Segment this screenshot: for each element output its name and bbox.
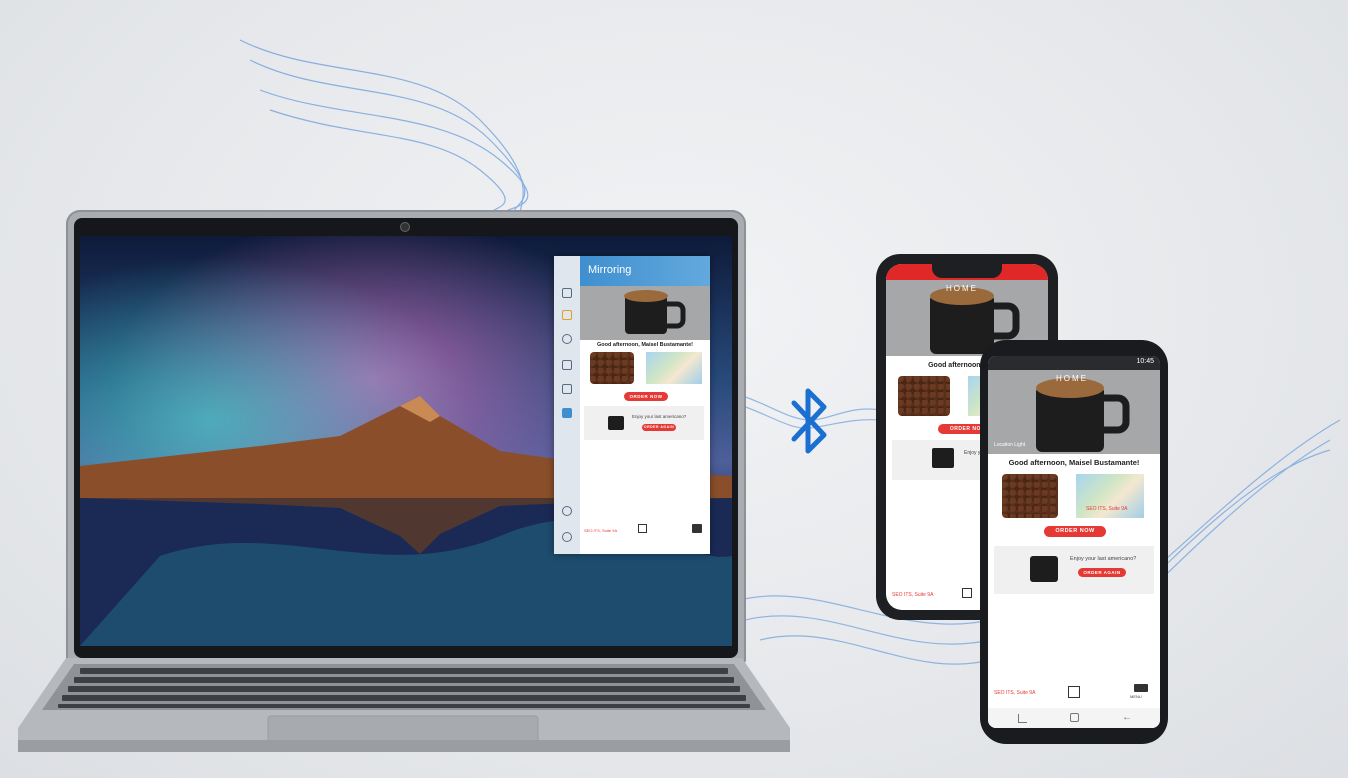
promo-text: Enjoy your last americano? xyxy=(632,414,687,419)
order-again-button[interactable]: ORDER AGAIN xyxy=(642,424,676,431)
laptop-bezel: Mirroring Good afternoon, Maisel Bustama… xyxy=(74,218,738,658)
map-image: SEO ITS, Suite 9A xyxy=(1076,474,1144,518)
menu-icon[interactable] xyxy=(692,524,702,533)
store-label: SEO ITS, Suite 9A xyxy=(994,690,1036,696)
promo-card: Enjoy your last americano? ORDER AGAIN xyxy=(584,406,704,440)
promo-text: Enjoy your last americano? xyxy=(1070,556,1137,562)
app-title: HOME xyxy=(1056,374,1088,383)
laptop-lid: Mirroring Good afternoon, Maisel Bustama… xyxy=(66,210,746,664)
mirroring-window[interactable]: Mirroring Good afternoon, Maisel Bustama… xyxy=(554,256,710,554)
bluetooth-icon xyxy=(791,388,827,454)
home-icon[interactable] xyxy=(1068,686,1080,698)
store-label: SEO ITS, Suite 9A xyxy=(892,592,934,598)
back-nav-icon[interactable]: ← xyxy=(1122,712,1132,723)
order-now-button[interactable]: ORDER NOW xyxy=(624,392,668,401)
mirror-header: Mirroring xyxy=(580,256,710,286)
notifications-icon[interactable] xyxy=(562,310,572,320)
mirror-sidebar xyxy=(554,256,580,554)
menu-icon[interactable] xyxy=(1134,684,1148,692)
cup-icon xyxy=(608,416,624,430)
phone-front: 10:45 HOME Location Light Good afternoon… xyxy=(980,340,1168,744)
promo-card: Enjoy your last americano? ORDER AGAIN xyxy=(994,546,1154,594)
cup-icon xyxy=(1030,556,1058,582)
settings-icon[interactable] xyxy=(562,532,572,542)
android-nav-bar: ← xyxy=(988,708,1160,728)
map-label: SEO ITS, Suite 9A xyxy=(1086,506,1128,512)
carousel-caption: Location Light xyxy=(994,442,1026,448)
order-now-button[interactable]: ORDER NOW xyxy=(1044,526,1106,537)
cup-icon xyxy=(932,448,954,468)
greeting: Good afternoon, Maisel Bustamante! xyxy=(1008,458,1140,467)
home-icon[interactable] xyxy=(962,588,972,598)
greeting: Good afternoon, Maisel Bustamante! xyxy=(597,342,693,348)
status-time: 10:45 xyxy=(1136,358,1154,365)
notch xyxy=(932,264,1002,278)
beans-image xyxy=(590,352,634,384)
home-nav-icon[interactable] xyxy=(1070,713,1079,722)
webcam-icon xyxy=(400,222,410,232)
minus-circle-icon[interactable] xyxy=(562,506,572,516)
map-image xyxy=(646,352,702,384)
store-label: SEO ITS, Suite 9A xyxy=(584,528,618,533)
mirror-nav-icon[interactable] xyxy=(562,408,572,418)
messages-icon[interactable] xyxy=(562,288,572,298)
beans-image xyxy=(1002,474,1058,518)
mirror-title: Mirroring xyxy=(588,264,632,276)
laptop-screen: Mirroring Good afternoon, Maisel Bustama… xyxy=(80,236,732,646)
laptop: Mirroring Good afternoon, Maisel Bustama… xyxy=(14,210,794,758)
status-bar: 10:45 xyxy=(988,356,1160,370)
phone-icon[interactable] xyxy=(562,334,572,344)
laptop-keyboard-deck xyxy=(18,658,790,752)
phone-front-screen: 10:45 HOME Location Light Good afternoon… xyxy=(988,356,1160,728)
recents-icon[interactable] xyxy=(1018,714,1027,723)
app-title: HOME xyxy=(946,284,978,293)
screen-icon[interactable] xyxy=(562,360,572,370)
coffee-cup-image xyxy=(624,290,686,334)
menu-label: MENU xyxy=(1130,694,1142,699)
coffee-banner: HOME Location Light xyxy=(988,370,1160,454)
folder-icon[interactable] xyxy=(562,384,572,394)
coffee-banner xyxy=(580,286,710,340)
order-again-button[interactable]: ORDER AGAIN xyxy=(1078,568,1126,577)
home-icon[interactable] xyxy=(638,524,647,533)
beans-image xyxy=(898,376,950,416)
